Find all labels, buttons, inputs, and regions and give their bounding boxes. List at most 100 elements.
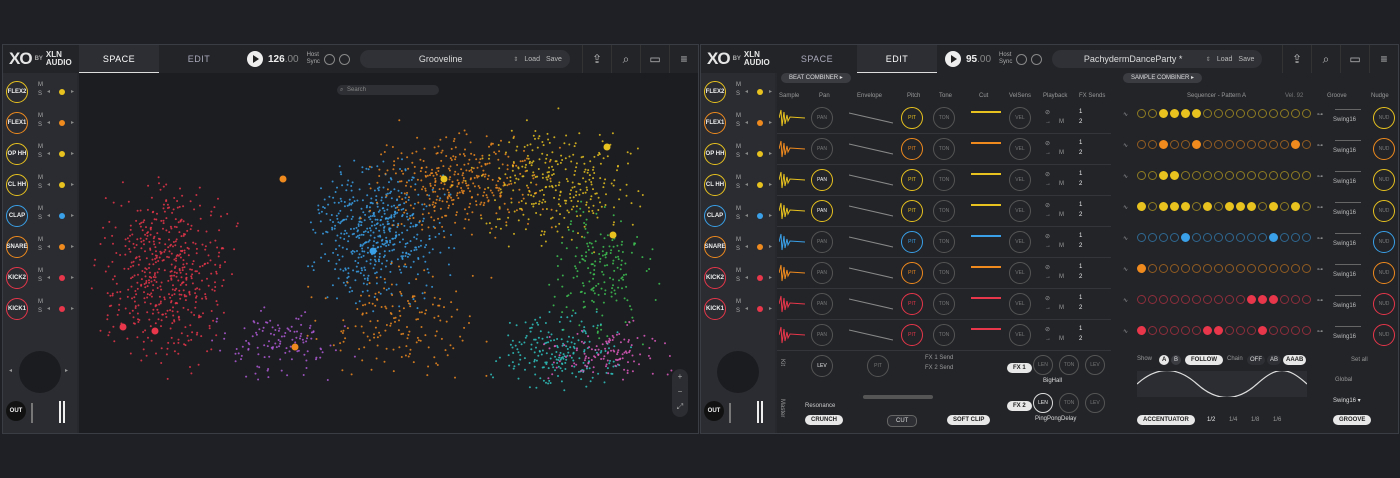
sample-point[interactable] — [528, 189, 531, 192]
swing-slider[interactable] — [1335, 233, 1361, 234]
sample-point[interactable] — [538, 135, 541, 138]
sample-point[interactable] — [279, 358, 282, 361]
sample-point[interactable] — [357, 225, 360, 227]
sample-point[interactable] — [319, 347, 322, 350]
sample-scatter-plot[interactable] — [79, 73, 699, 434]
sample-point[interactable] — [572, 309, 575, 312]
sample-point[interactable] — [350, 185, 353, 187]
sample-point[interactable] — [195, 194, 198, 196]
step-cell[interactable] — [1258, 295, 1267, 304]
sample-point[interactable] — [384, 281, 387, 284]
sample-point[interactable] — [612, 284, 614, 287]
sample-point[interactable] — [323, 207, 326, 209]
sample-point[interactable] — [391, 294, 394, 296]
sample-point[interactable] — [561, 285, 564, 288]
sample-point[interactable] — [373, 263, 376, 266]
sample-point[interactable] — [490, 227, 493, 230]
sample-point[interactable] — [459, 335, 462, 338]
sample-point[interactable] — [403, 265, 406, 268]
sample-point[interactable] — [470, 152, 473, 155]
sample-point[interactable] — [537, 323, 540, 326]
step-cell[interactable] — [1302, 171, 1311, 180]
sample-point[interactable] — [368, 294, 371, 297]
sample-point[interactable] — [289, 345, 292, 348]
sample-point[interactable] — [529, 143, 532, 146]
sample-point[interactable] — [552, 173, 555, 175]
cut-slider[interactable] — [971, 235, 1001, 237]
sample-point[interactable] — [630, 251, 633, 254]
sample-point[interactable] — [375, 276, 378, 279]
sample-point[interactable] — [378, 209, 381, 212]
sample-point[interactable] — [177, 221, 180, 224]
sample-point[interactable] — [404, 263, 407, 266]
sample-point[interactable] — [373, 336, 376, 339]
fx2-send-slider[interactable]: 2 — [1079, 181, 1082, 187]
sample-point[interactable] — [517, 377, 520, 380]
nudge-knob[interactable]: NUD — [1373, 200, 1395, 222]
sample-point[interactable] — [591, 287, 594, 290]
sample-point[interactable] — [587, 206, 590, 209]
sample-point[interactable] — [184, 233, 186, 236]
sample-point[interactable] — [396, 258, 399, 261]
sample-point[interactable] — [156, 232, 159, 235]
sample-point[interactable] — [536, 146, 539, 149]
sample-point[interactable] — [376, 319, 379, 322]
sample-point[interactable] — [208, 327, 211, 330]
sample-point[interactable] — [389, 312, 392, 314]
sample-point[interactable] — [516, 348, 519, 351]
sample-point[interactable] — [360, 294, 362, 297]
sample-point[interactable] — [539, 330, 542, 333]
sample-point[interactable] — [561, 363, 564, 365]
sample-point[interactable] — [610, 182, 613, 185]
sample-point[interactable] — [245, 375, 248, 378]
sample-point[interactable] — [492, 376, 494, 379]
sample-point[interactable] — [556, 230, 559, 233]
sample-point[interactable] — [407, 167, 410, 170]
sample-point[interactable] — [472, 182, 475, 185]
sample-point[interactable] — [626, 372, 629, 374]
sample-point[interactable] — [597, 372, 600, 375]
sample-point[interactable] — [343, 205, 346, 208]
sample-point[interactable] — [297, 318, 300, 320]
sample-point[interactable] — [141, 270, 144, 272]
step-cell[interactable] — [1280, 295, 1289, 304]
sample-point[interactable] — [565, 358, 568, 361]
sample-point[interactable] — [351, 233, 354, 236]
sample-point[interactable] — [460, 168, 463, 171]
sample-point[interactable] — [605, 340, 608, 343]
sample-point[interactable] — [393, 215, 396, 218]
sample-point[interactable] — [231, 273, 233, 276]
sample-point[interactable] — [434, 334, 437, 337]
sample-point[interactable] — [154, 246, 157, 249]
sample-point[interactable] — [555, 358, 558, 361]
sample-point[interactable] — [560, 380, 563, 383]
sample-point[interactable] — [586, 189, 589, 191]
playback-arrow-icon[interactable]: → — [1045, 119, 1051, 125]
sample-point[interactable] — [560, 154, 563, 157]
sample-point[interactable] — [370, 368, 373, 371]
next-sample-icon[interactable]: ▸ — [769, 274, 772, 281]
sample-point[interactable] — [400, 208, 403, 211]
sample-point[interactable] — [173, 350, 176, 353]
sample-point[interactable] — [234, 360, 237, 363]
sample-point[interactable] — [339, 171, 342, 174]
sample-point[interactable] — [506, 177, 509, 179]
sample-point[interactable] — [390, 322, 392, 325]
sample-point[interactable] — [417, 339, 420, 342]
prev-sample-icon[interactable]: ◂ — [745, 243, 748, 250]
step-cell[interactable] — [1170, 140, 1179, 149]
sample-point[interactable] — [385, 236, 388, 239]
sample-point[interactable] — [594, 348, 597, 351]
sample-point[interactable] — [531, 174, 534, 177]
pad-op-hh[interactable]: OP HH MS ◂ ▸ — [703, 141, 773, 169]
sample-point[interactable] — [341, 219, 344, 222]
sample-point[interactable] — [201, 243, 204, 246]
sample-point[interactable] — [319, 220, 322, 223]
sample-point[interactable] — [554, 189, 557, 192]
sample-point[interactable] — [183, 251, 186, 254]
sample-point[interactable] — [403, 211, 406, 214]
pad-circle[interactable]: OP HH — [704, 143, 726, 165]
sample-point[interactable] — [269, 332, 272, 335]
sample-point[interactable] — [175, 272, 178, 274]
sample-point[interactable] — [144, 250, 146, 253]
